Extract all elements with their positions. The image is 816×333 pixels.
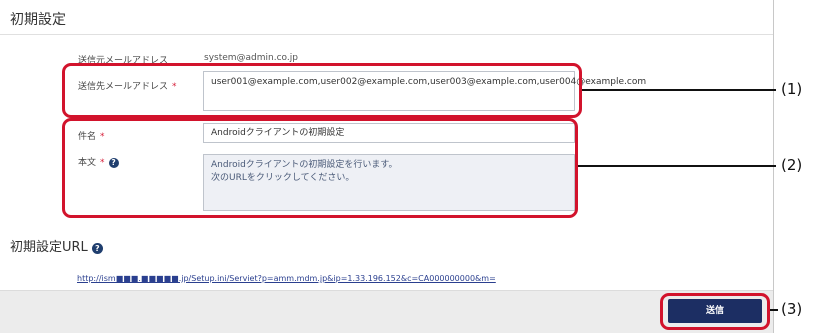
url-section-title-text: 初期設定URL [10, 240, 88, 255]
callout-label-1: (1) [781, 80, 803, 98]
url-section-title: 初期設定URL? [10, 236, 103, 255]
sender-value: system@admin.co.jp [204, 53, 298, 63]
callout-label-3: (3) [781, 300, 803, 318]
help-icon[interactable]: ? [91, 243, 103, 254]
callout-label-2: (2) [781, 156, 803, 174]
callout-line-2 [578, 165, 776, 167]
callout-line-1 [582, 89, 776, 91]
title-divider [0, 34, 773, 35]
footer-bar [0, 290, 773, 333]
highlight-box-send [660, 293, 770, 330]
highlight-box-recipients [62, 63, 582, 118]
highlight-box-message [62, 118, 578, 218]
callout-line-3 [770, 309, 778, 311]
setup-url-link[interactable]: http://ism■■■.■■■■■.jp/Setup.ini/Serviet… [77, 274, 496, 283]
page-title: 初期設定 [10, 12, 66, 28]
